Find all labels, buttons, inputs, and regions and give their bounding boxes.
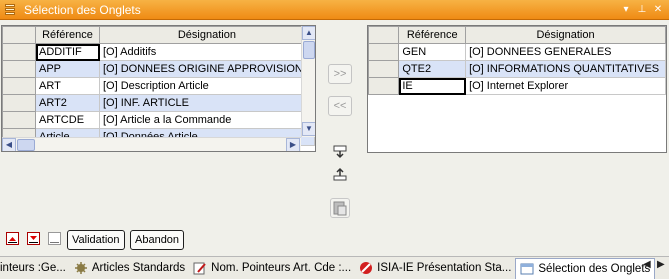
row-header-corner [2,26,36,44]
cell-designation[interactable]: [O] Description Article [99,77,315,95]
table-row[interactable]: ADDITIF [O] Additifs [2,43,315,61]
tab-scroll-right-icon[interactable]: ▶ [657,259,665,270]
grid-header-row: Référence Désignation [368,26,666,44]
cell-reference[interactable]: ART2 [35,94,100,112]
column-header-designation[interactable]: Désignation [99,26,315,44]
table-row[interactable]: ART2 [O] INF. ARTICLE [2,94,315,112]
cell-reference[interactable]: GEN [398,43,467,61]
cell-designation[interactable]: [O] INFORMATIONS QUANTITATIVES [465,60,666,78]
dropdown-icon[interactable]: ▾ [619,3,633,17]
row-header-corner [368,26,400,44]
cancel-button[interactable]: Abandon [130,230,185,250]
close-icon[interactable]: ✕ [651,3,665,17]
selected-tabs-grid[interactable]: Référence Désignation GEN [O] DONNEES GE… [367,25,667,153]
cell-reference[interactable]: QTE2 [398,60,467,78]
scroll-thumb[interactable] [17,139,35,151]
available-tabs-grid[interactable]: Référence Désignation ADDITIF [O] Additi… [1,25,316,152]
clear-icon[interactable] [48,232,61,245]
tab-articles-standards[interactable]: Articles Standards [70,258,189,279]
move-last-icon[interactable] [27,232,40,245]
cell-reference[interactable]: ARTCDE [35,111,100,129]
row-header[interactable] [368,60,400,78]
window-title: Sélection des Onglets [24,2,141,17]
row-header[interactable] [2,43,36,61]
tab-isia-ie[interactable]: ISIA-IE Présentation Sta... [355,258,515,279]
row-header[interactable] [2,60,36,78]
cell-designation[interactable]: [O] Article a la Commande [99,111,315,129]
no-entry-icon [359,261,373,275]
tab-scroll-left-icon[interactable]: ◀ [643,259,651,270]
row-header[interactable] [368,43,400,61]
table-row[interactable]: QTE2 [O] INFORMATIONS QUANTITATIVES [368,60,666,78]
row-header[interactable] [368,77,400,95]
document-pencil-icon [193,261,207,275]
table-row[interactable]: GEN [O] DONNEES GENERALES [368,43,666,61]
window-icon [520,262,534,276]
scroll-left-button[interactable]: ◀ [2,138,16,151]
cell-reference[interactable]: ADDITIF [35,43,100,61]
table-row[interactable]: APP [O] DONNEES ORIGINE APPROVISIONN [2,60,315,78]
pin-icon[interactable]: ⊥ [635,3,649,17]
scroll-thumb[interactable] [303,41,315,59]
table-row[interactable]: ARTCDE [O] Article a la Commande [2,111,315,129]
paste-icon[interactable] [330,198,350,218]
tab-label: Sélection des Onglets [538,262,651,275]
scroll-up-button[interactable]: ▲ [302,26,315,40]
cell-designation[interactable]: [O] Additifs [99,43,315,61]
table-row[interactable]: IE [O] Internet Explorer [368,77,666,95]
tab-label: ISIA-IE Présentation Sta... [377,262,512,274]
table-row[interactable]: ART [O] Description Article [2,77,315,95]
horizontal-scrollbar[interactable]: ◀ ▶ [2,137,301,151]
title-bar: Sélection des Onglets ▾ ⊥ ✕ [0,0,669,20]
move-first-icon[interactable] [6,232,19,245]
tab-nom-pointeurs[interactable]: Nom. Pointeurs Art. Cde :... [189,258,355,279]
scroll-down-button[interactable]: ▼ [302,122,315,136]
scroll-right-button[interactable]: ▶ [286,138,300,151]
cell-designation[interactable]: [O] DONNEES GENERALES [465,43,666,61]
cell-designation[interactable]: [O] DONNEES ORIGINE APPROVISIONN [99,60,315,78]
cell-reference[interactable]: APP [35,60,100,78]
cell-designation[interactable]: [O] INF. ARTICLE [99,94,315,112]
vertical-scrollbar[interactable]: ▲ ▼ [301,26,315,137]
column-header-reference[interactable]: Référence [35,26,100,44]
column-header-designation[interactable]: Désignation [465,26,666,44]
move-down-icon[interactable] [333,145,347,159]
tab-pointeurs[interactable]: inteurs :Ge... [0,258,70,279]
window-list-icon [4,3,18,17]
move-up-icon[interactable] [333,167,347,181]
tab-selection-onglets[interactable]: Sélection des Onglets [515,257,656,279]
grid-header-row: Référence Désignation [2,26,315,44]
row-header[interactable] [2,111,36,129]
remove-from-selection-button[interactable]: << [328,96,352,116]
tab-label: Articles Standards [91,262,186,274]
row-header[interactable] [2,77,36,95]
tab-label: Nom. Pointeurs Art. Cde :... [211,262,352,274]
cell-reference[interactable]: ART [35,77,100,95]
add-to-selection-button[interactable]: >> [328,64,352,84]
tab-label: inteurs :Ge... [0,262,66,274]
document-tab-bar: inteurs :Ge... Articles Standards Nom. P… [0,256,669,279]
gear-icon [74,261,88,275]
validate-button[interactable]: Validation [67,230,125,250]
column-header-reference[interactable]: Référence [398,26,467,44]
row-header[interactable] [2,94,36,112]
cell-designation[interactable]: [O] Internet Explorer [465,77,666,95]
cell-reference[interactable]: IE [398,77,467,95]
